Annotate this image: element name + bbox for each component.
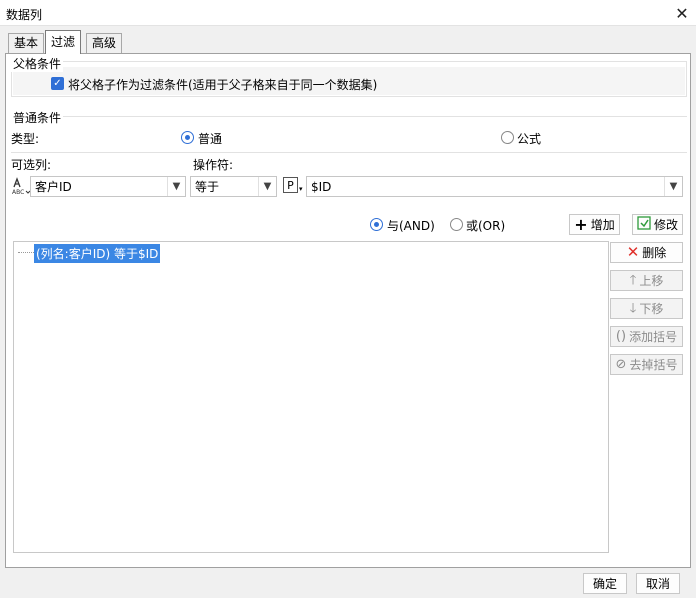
parent-condition-label: 父格条件 bbox=[11, 55, 64, 72]
type-normal-label: 普通 bbox=[198, 132, 223, 146]
move-down-label: 下移 bbox=[639, 302, 664, 316]
type-formula-radio[interactable] bbox=[501, 131, 514, 144]
cancel-button[interactable]: 取消 bbox=[636, 573, 680, 594]
type-normal-radio[interactable] bbox=[181, 131, 194, 144]
remove-bracket-button[interactable]: ⊘ 去掉括号 bbox=[610, 354, 683, 375]
title-bar: 数据列 ✕ bbox=[0, 0, 696, 26]
bracket-icon: () bbox=[615, 329, 627, 344]
param-type-dropdown-icon[interactable]: ▾ bbox=[299, 185, 303, 193]
add-condition-label: 增加 bbox=[590, 218, 615, 232]
condition-list[interactable]: (列名:客户ID) 等于$ID bbox=[13, 241, 609, 553]
arrow-down-icon: 🡓 bbox=[629, 301, 637, 316]
logic-or-label: 或(OR) bbox=[466, 219, 506, 233]
ok-button[interactable]: 确定 bbox=[583, 573, 627, 594]
type-label: 类型: bbox=[11, 132, 40, 146]
operator-select-value: 等于 bbox=[195, 180, 220, 194]
type-divider bbox=[11, 152, 687, 153]
type-formula-label: 公式 bbox=[517, 132, 542, 146]
operator-label: 操作符: bbox=[193, 158, 234, 172]
window-title: 数据列 bbox=[6, 8, 43, 22]
remove-bracket-label: 去掉括号 bbox=[629, 358, 678, 372]
chevron-down-icon: ▼ bbox=[664, 177, 682, 196]
remove-bracket-icon: ⊘ bbox=[615, 357, 627, 372]
modify-condition-label: 修改 bbox=[653, 218, 678, 232]
column-label: 可选列: bbox=[11, 158, 52, 172]
logic-and-radio[interactable] bbox=[370, 218, 383, 231]
tab-filter[interactable]: 过滤 bbox=[45, 30, 82, 54]
add-bracket-label: 添加括号 bbox=[629, 330, 678, 344]
tree-connector bbox=[18, 252, 34, 253]
chevron-down-icon: ▼ bbox=[258, 177, 276, 196]
edit-icon bbox=[637, 216, 651, 233]
operator-select[interactable]: 等于 ▼ bbox=[190, 176, 277, 197]
column-select[interactable]: 客户ID ▼ bbox=[30, 176, 186, 197]
column-select-value: 客户ID bbox=[35, 180, 72, 194]
parent-filter-checkbox-label: 将父格子作为过滤条件(适用于父子格来自于同一个数据集) bbox=[68, 78, 378, 92]
close-icon[interactable]: ✕ bbox=[668, 0, 696, 26]
tab-advanced[interactable]: 高级 bbox=[86, 33, 123, 53]
svg-text:ABC: ABC bbox=[12, 189, 24, 196]
parameter-value: $ID bbox=[311, 179, 332, 194]
normal-condition-label: 普通条件 bbox=[11, 109, 64, 126]
add-bracket-button[interactable]: () 添加括号 bbox=[610, 326, 683, 347]
chevron-down-icon: ▼ bbox=[167, 177, 185, 196]
parent-filter-checkbox[interactable]: ✓ bbox=[51, 77, 64, 90]
modify-condition-button[interactable]: 修改 bbox=[632, 214, 683, 235]
logic-or-radio[interactable] bbox=[450, 218, 463, 231]
tab-basic[interactable]: 基本 bbox=[8, 33, 45, 53]
condition-list-item[interactable]: (列名:客户ID) 等于$ID bbox=[34, 244, 161, 263]
move-up-label: 上移 bbox=[639, 274, 664, 288]
parameter-value-select[interactable]: $ID ▼ bbox=[306, 176, 683, 197]
delete-x-icon: ✕ bbox=[626, 243, 640, 261]
parameter-type-icon[interactable]: P bbox=[283, 177, 298, 193]
move-down-button[interactable]: 🡓 下移 bbox=[610, 298, 683, 319]
arrow-up-icon: 🡑 bbox=[629, 273, 637, 288]
abc-column-icon: ABC bbox=[11, 176, 31, 196]
move-up-button[interactable]: 🡑 上移 bbox=[610, 270, 683, 291]
delete-label: 删除 bbox=[642, 246, 667, 260]
plus-icon: + bbox=[574, 215, 588, 234]
add-condition-button[interactable]: + 增加 bbox=[569, 214, 620, 235]
delete-button[interactable]: ✕ 删除 bbox=[610, 242, 683, 263]
logic-and-label: 与(AND) bbox=[387, 219, 435, 233]
normal-condition-divider bbox=[11, 116, 687, 117]
